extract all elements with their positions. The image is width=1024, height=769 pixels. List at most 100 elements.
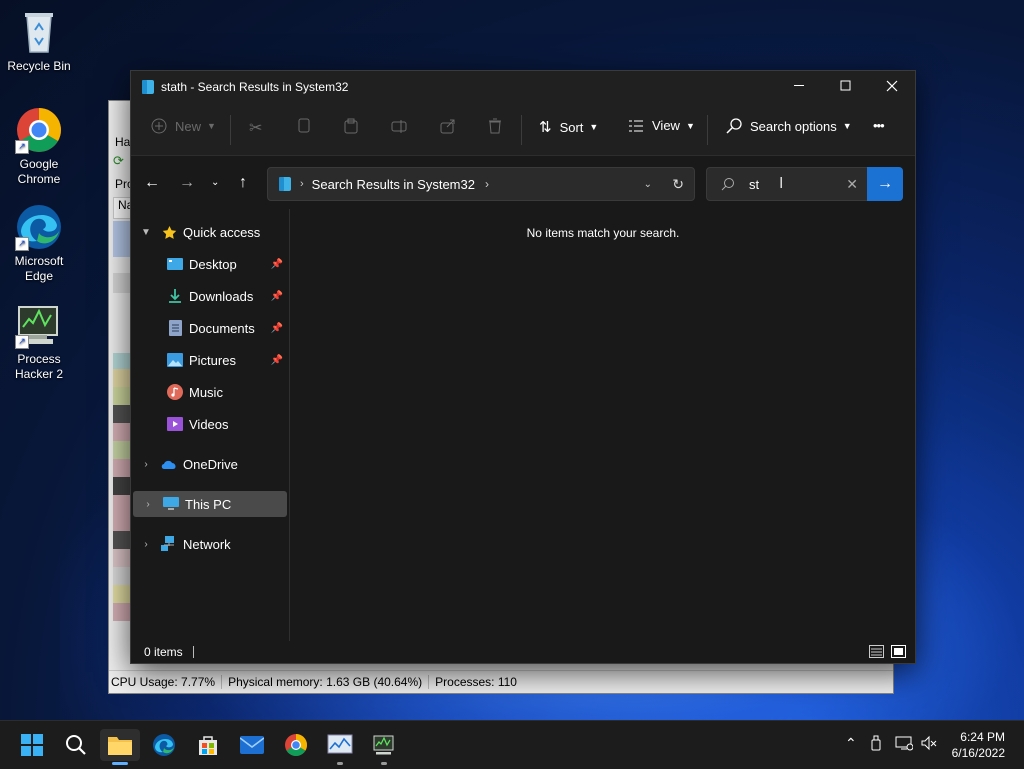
desktop-icon-chrome[interactable]: ↗ Google Chrome	[1, 106, 77, 187]
title-bar[interactable]: stath - Search Results in System32	[131, 71, 915, 103]
taskbar-edge[interactable]	[144, 729, 184, 761]
volume-muted-icon[interactable]	[920, 735, 938, 754]
delete-button[interactable]	[488, 118, 502, 134]
paste-button[interactable]	[343, 118, 359, 134]
desktop-icon-process-hacker[interactable]: ↗ Process Hacker 2	[1, 301, 77, 382]
chevron-right-icon[interactable]: ›	[139, 539, 153, 550]
network-status-icon[interactable]	[895, 735, 914, 754]
nav-onedrive[interactable]: › OneDrive	[131, 451, 285, 477]
nav-item-documents[interactable]: Documents 📌	[131, 315, 285, 341]
pin-icon: 📌	[270, 290, 283, 302]
taskbar-mail[interactable]	[232, 729, 272, 761]
search-options-button[interactable]: Search options ▼	[726, 118, 852, 134]
show-hidden-icons-button[interactable]: ⌃	[845, 735, 857, 752]
details-view-button[interactable]	[869, 645, 885, 662]
star-icon	[161, 224, 177, 240]
sort-arrows-icon: ⇅	[539, 119, 552, 136]
nav-this-pc[interactable]: › This PC	[133, 491, 287, 517]
store-bag-icon	[199, 736, 217, 755]
sort-label: Sort	[559, 119, 584, 135]
start-button[interactable]	[12, 729, 52, 761]
more-options-button[interactable]: •••	[873, 118, 885, 133]
running-indicator	[381, 762, 387, 765]
nav-quick-access[interactable]: ▼ Quick access	[131, 219, 285, 245]
nav-network[interactable]: › Network	[131, 531, 285, 557]
rename-icon	[391, 120, 407, 133]
up-button[interactable]: ↑	[239, 174, 247, 192]
recycle-bin-icon	[15, 8, 63, 56]
chevron-expanded-icon[interactable]: ▼	[139, 227, 153, 238]
items-count: 0 items	[144, 645, 183, 659]
taskbar-file-explorer[interactable]	[100, 729, 140, 765]
music-icon	[167, 384, 183, 400]
ph-menu-fragment: Ha	[115, 135, 131, 149]
address-bar[interactable]: › Search Results in System32 › ⌄ ↻	[267, 167, 695, 201]
view-button[interactable]: View ▼	[628, 118, 695, 133]
nav-item-downloads[interactable]: Downloads 📌	[131, 283, 285, 309]
pin-icon: 📌	[270, 258, 283, 270]
nav-label: Downloads	[189, 288, 254, 304]
address-dropdown-icon[interactable]: ⌄	[644, 179, 652, 190]
shortcut-arrow-icon: ↗	[15, 335, 29, 349]
close-button[interactable]	[869, 71, 915, 101]
address-path[interactable]: Search Results in System32	[312, 177, 475, 192]
pictures-icon	[167, 352, 183, 368]
nav-item-music[interactable]: Music	[131, 379, 285, 405]
view-list-icon	[629, 120, 643, 131]
shortcut-arrow-icon: ↗	[15, 237, 29, 251]
large-icons-view-button[interactable]	[891, 645, 907, 662]
taskbar-task-manager[interactable]	[320, 729, 360, 765]
search-folder-icon	[142, 80, 154, 94]
refresh-icon[interactable]: ⟳	[113, 153, 131, 169]
search-box[interactable]: st I ✕	[706, 167, 869, 201]
desktop-icon-label: Microsoft Edge	[14, 254, 64, 283]
shortcut-arrow-icon: ↗	[15, 140, 29, 154]
refresh-icon[interactable]: ↻	[672, 176, 684, 193]
system-clock[interactable]: 6:24 PM 6/16/2022	[952, 729, 1005, 761]
search-input[interactable]: st	[749, 177, 759, 192]
copy-button[interactable]	[297, 118, 311, 134]
nav-item-desktop[interactable]: Desktop 📌	[131, 251, 285, 277]
nav-label: Videos	[189, 416, 229, 432]
navigation-pane: ▼ Quick access Desktop 📌 Downloads 📌 Doc…	[131, 209, 290, 641]
trash-icon	[489, 118, 501, 134]
minimize-button[interactable]	[777, 71, 823, 101]
nav-item-pictures[interactable]: Pictures 📌	[131, 347, 285, 373]
videos-icon	[167, 416, 183, 432]
chevron-up-icon: ⌃	[845, 735, 857, 751]
rename-button[interactable]	[391, 118, 407, 134]
recent-locations-button[interactable]: ⌄	[211, 177, 219, 188]
desktop-icon-recycle-bin[interactable]: Recycle Bin	[1, 8, 77, 74]
forward-button[interactable]: →	[179, 174, 195, 192]
nav-item-videos[interactable]: Videos	[131, 411, 285, 437]
new-button[interactable]: New ▼	[151, 118, 216, 134]
breadcrumb-chevron-icon[interactable]: ›	[485, 177, 489, 191]
chevron-right-icon[interactable]: ›	[139, 459, 153, 470]
taskbar-search-button[interactable]	[56, 729, 96, 761]
chevron-down-icon: ▼	[589, 122, 599, 132]
paste-icon	[344, 118, 358, 134]
file-explorer-window[interactable]: stath - Search Results in System32 New ▼…	[130, 70, 916, 664]
sort-button[interactable]: ⇅ Sort ▼	[539, 118, 598, 136]
clear-search-icon[interactable]: ✕	[846, 176, 858, 193]
taskbar-chrome[interactable]	[276, 729, 316, 761]
maximize-button[interactable]	[823, 71, 869, 101]
clock-time: 6:24 PM	[960, 730, 1005, 744]
file-list-area[interactable]: No items match your search.	[290, 209, 914, 641]
back-button[interactable]: ←	[144, 174, 160, 192]
process-hacker-icon	[373, 735, 394, 755]
share-button[interactable]	[440, 118, 456, 134]
cut-button[interactable]: ✂	[249, 118, 262, 138]
nav-label: Documents	[189, 320, 255, 336]
copy-icon	[298, 118, 310, 133]
folder-icon	[108, 737, 132, 755]
search-go-button[interactable]: →	[867, 167, 903, 201]
ph-status-bar: CPU Usage: 7.77% Physical memory: 1.63 G…	[109, 670, 893, 693]
desktop-icon-edge[interactable]: ↗ Microsoft Edge	[1, 203, 77, 284]
chevron-right-icon[interactable]: ›	[141, 499, 155, 510]
chrome-icon: ↗	[15, 106, 63, 154]
taskbar-store[interactable]	[188, 729, 228, 761]
taskbar-process-hacker[interactable]	[364, 729, 404, 765]
usb-device-icon[interactable]	[870, 735, 882, 754]
arrow-left-icon: ←	[144, 174, 160, 191]
